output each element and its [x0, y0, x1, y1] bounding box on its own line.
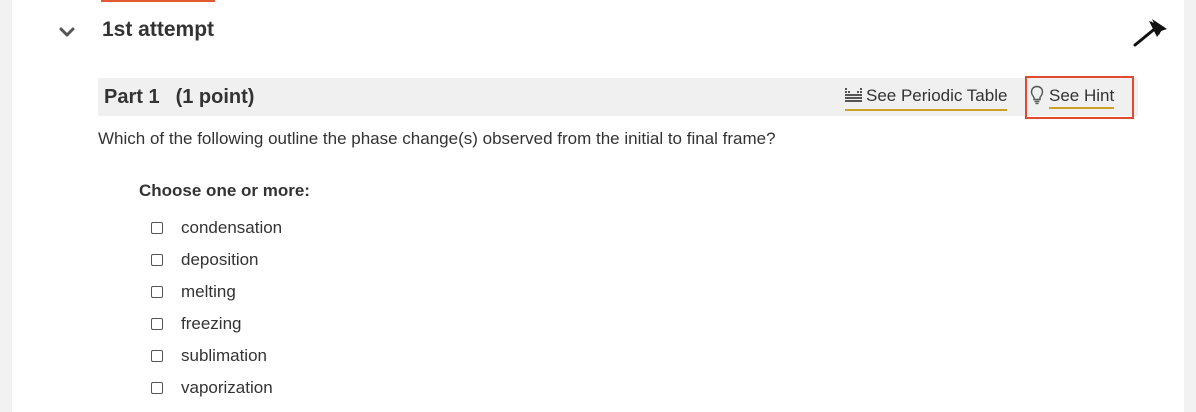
- checkbox[interactable]: [151, 254, 163, 266]
- chevron-down-icon[interactable]: [57, 22, 77, 42]
- periodic-table-icon: [845, 86, 866, 107]
- option-label: deposition: [181, 250, 259, 269]
- option-label: melting: [181, 282, 236, 301]
- option-label: condensation: [181, 218, 283, 237]
- option-deposition[interactable]: deposition: [151, 244, 282, 276]
- periodic-table-label: See Periodic Table: [866, 86, 1008, 105]
- pin-icon[interactable]: [1131, 15, 1169, 49]
- lightbulb-icon: [1030, 85, 1044, 110]
- option-label: freezing: [181, 314, 242, 333]
- option-melting[interactable]: melting: [151, 276, 282, 308]
- checkbox[interactable]: [151, 222, 163, 234]
- option-freezing[interactable]: freezing: [151, 308, 282, 340]
- part-points: (1 point): [175, 86, 255, 108]
- checkbox[interactable]: [151, 318, 163, 330]
- question-text: Which of the following outline the phase…: [98, 129, 776, 148]
- attempt-title: 1st attempt: [102, 18, 215, 41]
- part-title: Part 1 (1 point): [104, 86, 254, 109]
- checkbox[interactable]: [151, 350, 163, 362]
- see-hint-link[interactable]: See Hint: [1030, 84, 1115, 111]
- option-sublimation[interactable]: sublimation: [151, 340, 282, 372]
- options-list: condensation deposition melting freezing…: [151, 212, 282, 404]
- option-vaporization[interactable]: vaporization: [151, 372, 282, 404]
- top-accent-bar: [101, 0, 215, 2]
- option-label: sublimation: [181, 346, 267, 365]
- see-periodic-table-link[interactable]: See Periodic Table: [845, 84, 1008, 111]
- option-condensation[interactable]: condensation: [151, 212, 282, 244]
- part-label: Part 1: [104, 86, 160, 108]
- option-label: vaporization: [181, 378, 273, 397]
- choose-label: Choose one or more:: [139, 181, 310, 200]
- checkbox[interactable]: [151, 286, 163, 298]
- checkbox[interactable]: [151, 382, 163, 394]
- hint-label: See Hint: [1049, 86, 1115, 109]
